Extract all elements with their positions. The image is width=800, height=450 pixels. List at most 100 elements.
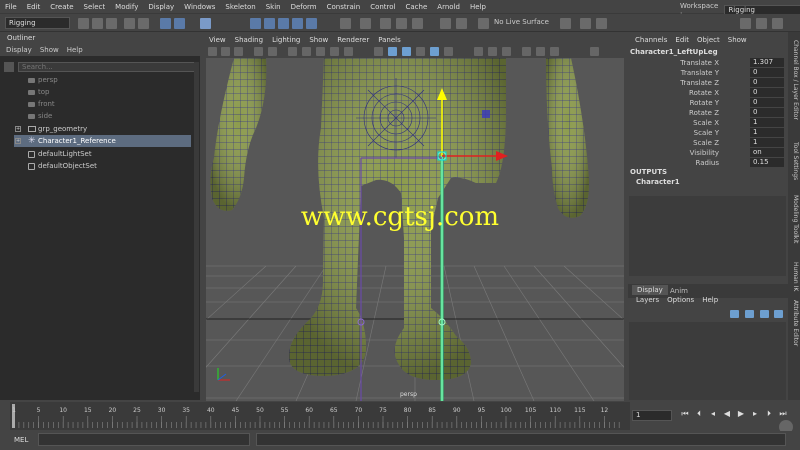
camera-select-icon[interactable] bbox=[208, 47, 217, 56]
channel-value[interactable]: 1.307 bbox=[750, 58, 784, 67]
outliner-scrollbar[interactable] bbox=[194, 62, 199, 392]
menu-constrain[interactable]: Constrain bbox=[322, 3, 366, 11]
camera-attributes-icon[interactable] bbox=[221, 47, 230, 56]
wireframe-icon[interactable] bbox=[374, 47, 383, 56]
snap-grid-icon[interactable] bbox=[250, 18, 261, 29]
tab-human-ik[interactable]: Human IK bbox=[789, 262, 799, 291]
render-icon[interactable] bbox=[380, 18, 391, 29]
move-down-icon[interactable] bbox=[774, 310, 783, 318]
viewport-menu-panels[interactable]: Panels bbox=[378, 36, 401, 46]
attribute-toggle-icon[interactable] bbox=[756, 18, 767, 29]
channel-menu-channels[interactable]: Channels bbox=[635, 36, 667, 44]
undo-icon[interactable] bbox=[124, 18, 135, 29]
channel-value[interactable]: on bbox=[750, 148, 784, 157]
input-icon[interactable] bbox=[340, 18, 351, 29]
outliner-item-default-object-set[interactable]: defaultObjectSet bbox=[38, 160, 97, 172]
go-to-start-icon[interactable]: ⏮ bbox=[680, 408, 690, 420]
new-layer-selected-icon[interactable] bbox=[745, 310, 754, 318]
channel-row[interactable]: Rotate Z 0 bbox=[630, 108, 784, 118]
grid-icon[interactable] bbox=[268, 47, 277, 56]
menu-windows[interactable]: Windows bbox=[179, 3, 220, 11]
channel-row[interactable]: Radius 0.15 bbox=[630, 158, 784, 168]
select-mode-icon[interactable] bbox=[160, 18, 171, 29]
ambient-occlusion-icon[interactable] bbox=[474, 47, 483, 56]
expand-icon[interactable]: + bbox=[15, 126, 21, 132]
move-up-icon[interactable] bbox=[760, 310, 769, 318]
shadows-icon[interactable] bbox=[444, 47, 453, 56]
layer-menu-options[interactable]: Options bbox=[667, 296, 694, 304]
mel-label[interactable]: MEL bbox=[14, 436, 28, 444]
field-chart-icon[interactable] bbox=[330, 47, 339, 56]
snap-surface-icon[interactable] bbox=[306, 18, 317, 29]
menu-cache[interactable]: Cache bbox=[401, 3, 433, 11]
command-input[interactable] bbox=[38, 433, 250, 446]
symmetry-icon[interactable] bbox=[560, 18, 571, 29]
xray-joints-icon[interactable] bbox=[550, 47, 559, 56]
hypershade-icon[interactable] bbox=[440, 18, 451, 29]
outliner-item-side[interactable]: side bbox=[38, 110, 52, 122]
channel-row[interactable]: Translate X 1.307 bbox=[630, 58, 784, 68]
arnold-icon[interactable] bbox=[456, 18, 467, 29]
motion-blur-icon[interactable] bbox=[488, 47, 497, 56]
step-forward-icon[interactable]: ▸ bbox=[750, 408, 760, 420]
channel-value[interactable]: 0 bbox=[750, 98, 784, 107]
live-surface-icon[interactable] bbox=[478, 18, 489, 29]
layer-menu-layers[interactable]: Layers bbox=[636, 296, 659, 304]
menu-help[interactable]: Help bbox=[465, 3, 491, 11]
channel-row[interactable]: Translate Y 0 bbox=[630, 68, 784, 78]
go-to-end-icon[interactable]: ⏭ bbox=[778, 408, 788, 420]
isolate-select-icon[interactable] bbox=[522, 47, 531, 56]
menu-control[interactable]: Control bbox=[365, 3, 400, 11]
menu-arnold[interactable]: Arnold bbox=[432, 3, 465, 11]
render-settings-icon[interactable] bbox=[412, 18, 423, 29]
channel-menu-object[interactable]: Object bbox=[697, 36, 720, 44]
viewport-menu-renderer[interactable]: Renderer bbox=[337, 36, 369, 46]
open-scene-icon[interactable] bbox=[92, 18, 103, 29]
save-scene-icon[interactable] bbox=[106, 18, 117, 29]
expand-icon[interactable]: + bbox=[15, 138, 21, 144]
anti-alias-icon[interactable] bbox=[502, 47, 511, 56]
output-icon[interactable] bbox=[360, 18, 371, 29]
tab-modeling-toolkit[interactable]: Modeling Toolkit bbox=[789, 195, 799, 243]
snap-view-icon[interactable] bbox=[292, 18, 303, 29]
new-scene-icon[interactable] bbox=[78, 18, 89, 29]
menu-deform[interactable]: Deform bbox=[286, 3, 322, 11]
channel-row[interactable]: Scale Z 1 bbox=[630, 138, 784, 148]
channel-row[interactable]: Visibility on bbox=[630, 148, 784, 158]
redo-icon[interactable] bbox=[138, 18, 149, 29]
viewport-3d[interactable] bbox=[206, 58, 624, 401]
tab-display[interactable]: Display bbox=[632, 285, 668, 295]
color-management-icon[interactable] bbox=[590, 47, 599, 56]
layer-menu-help[interactable]: Help bbox=[702, 296, 718, 304]
channel-value[interactable]: 0 bbox=[750, 108, 784, 117]
viewport-menu-shading[interactable]: Shading bbox=[235, 36, 263, 46]
character-right-arm[interactable] bbox=[546, 58, 589, 218]
ipr-icon[interactable] bbox=[396, 18, 407, 29]
sculpt-icon[interactable] bbox=[580, 18, 591, 29]
character-left-arm[interactable] bbox=[210, 58, 267, 211]
xray-icon[interactable] bbox=[536, 47, 545, 56]
menu-set-dropdown[interactable]: Rigging bbox=[5, 17, 70, 29]
channel-value[interactable]: 0 bbox=[750, 88, 784, 97]
viewport-menu-lighting[interactable]: Lighting bbox=[272, 36, 300, 46]
channel-row[interactable]: Scale Y 1 bbox=[630, 128, 784, 138]
channel-row[interactable]: Scale X 1 bbox=[630, 118, 784, 128]
menu-modify[interactable]: Modify bbox=[110, 3, 143, 11]
tab-anim[interactable]: Anim bbox=[670, 287, 688, 295]
outliner-item-default-light-set[interactable]: defaultLightSet bbox=[38, 148, 92, 160]
outputs-item[interactable]: Character1 bbox=[636, 178, 680, 186]
menu-create[interactable]: Create bbox=[45, 3, 78, 11]
tab-attribute-editor[interactable]: Attribute Editor bbox=[789, 300, 799, 346]
step-back-icon[interactable]: ◂ bbox=[708, 408, 718, 420]
wireframe-on-shaded-icon[interactable] bbox=[402, 47, 411, 56]
channel-menu-show[interactable]: Show bbox=[728, 36, 747, 44]
new-layer-icon[interactable] bbox=[730, 310, 739, 318]
menu-file[interactable]: File bbox=[0, 3, 22, 11]
filter-icon[interactable] bbox=[4, 62, 14, 72]
current-frame-field[interactable]: 1 bbox=[632, 410, 672, 421]
smooth-shade-icon[interactable] bbox=[388, 47, 397, 56]
viewport-menu-view[interactable]: View bbox=[209, 36, 226, 46]
step-forward-key-icon[interactable]: ⏵ bbox=[764, 408, 774, 420]
outliner-menu-display[interactable]: Display bbox=[6, 44, 32, 56]
channel-value[interactable]: 1 bbox=[750, 118, 784, 127]
